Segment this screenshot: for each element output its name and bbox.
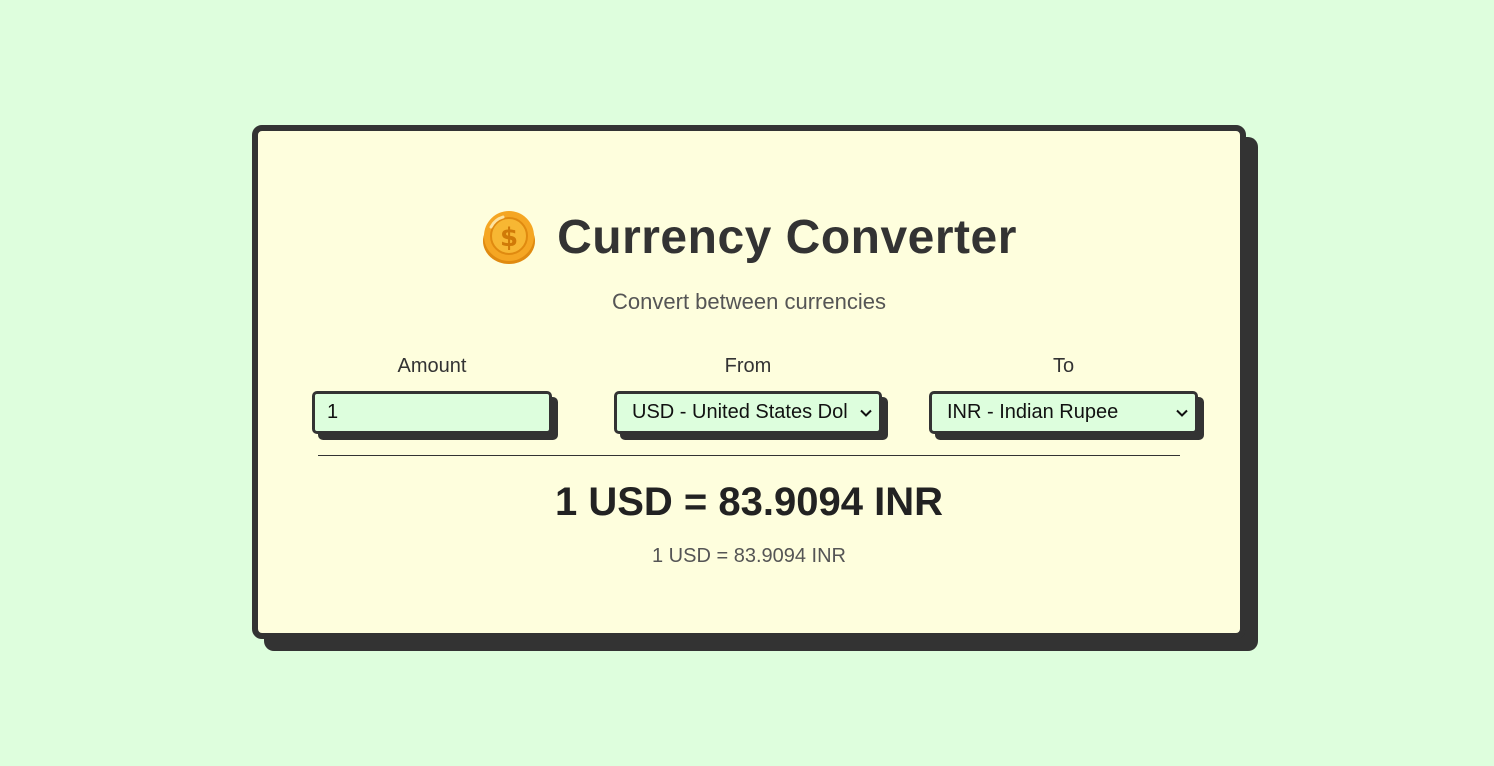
- amount-input[interactable]: 1: [312, 391, 552, 434]
- page-subtitle: Convert between currencies: [612, 289, 886, 314]
- from-currency-value: USD - United States Dol: [632, 401, 848, 423]
- chevron-down-icon: [860, 409, 872, 417]
- divider: [318, 455, 1180, 456]
- from-label: From: [724, 355, 772, 377]
- amount-field: Amount 1: [312, 355, 552, 434]
- conversion-result: 1 USD = 83.9094 INR: [555, 480, 943, 524]
- to-currency-select[interactable]: INR - Indian Rupee: [929, 391, 1198, 434]
- svg-text:$: $: [500, 223, 518, 253]
- converter-card: $ Currency Converter Convert between cur…: [252, 125, 1246, 639]
- to-label: To: [1052, 355, 1075, 377]
- chevron-down-icon: [1176, 409, 1188, 417]
- exchange-rate-text: 1 USD = 83.9094 INR: [652, 545, 846, 567]
- coin-icon: $: [481, 209, 537, 265]
- from-field: From USD - United States Dol: [614, 355, 882, 434]
- to-field: To INR - Indian Rupee: [929, 355, 1198, 434]
- title-row: $ Currency Converter: [258, 209, 1240, 265]
- page-title: Currency Converter: [557, 210, 1017, 264]
- from-currency-select[interactable]: USD - United States Dol: [614, 391, 882, 434]
- amount-value: 1: [327, 401, 339, 423]
- amount-label: Amount: [397, 355, 467, 377]
- to-currency-value: INR - Indian Rupee: [947, 401, 1119, 423]
